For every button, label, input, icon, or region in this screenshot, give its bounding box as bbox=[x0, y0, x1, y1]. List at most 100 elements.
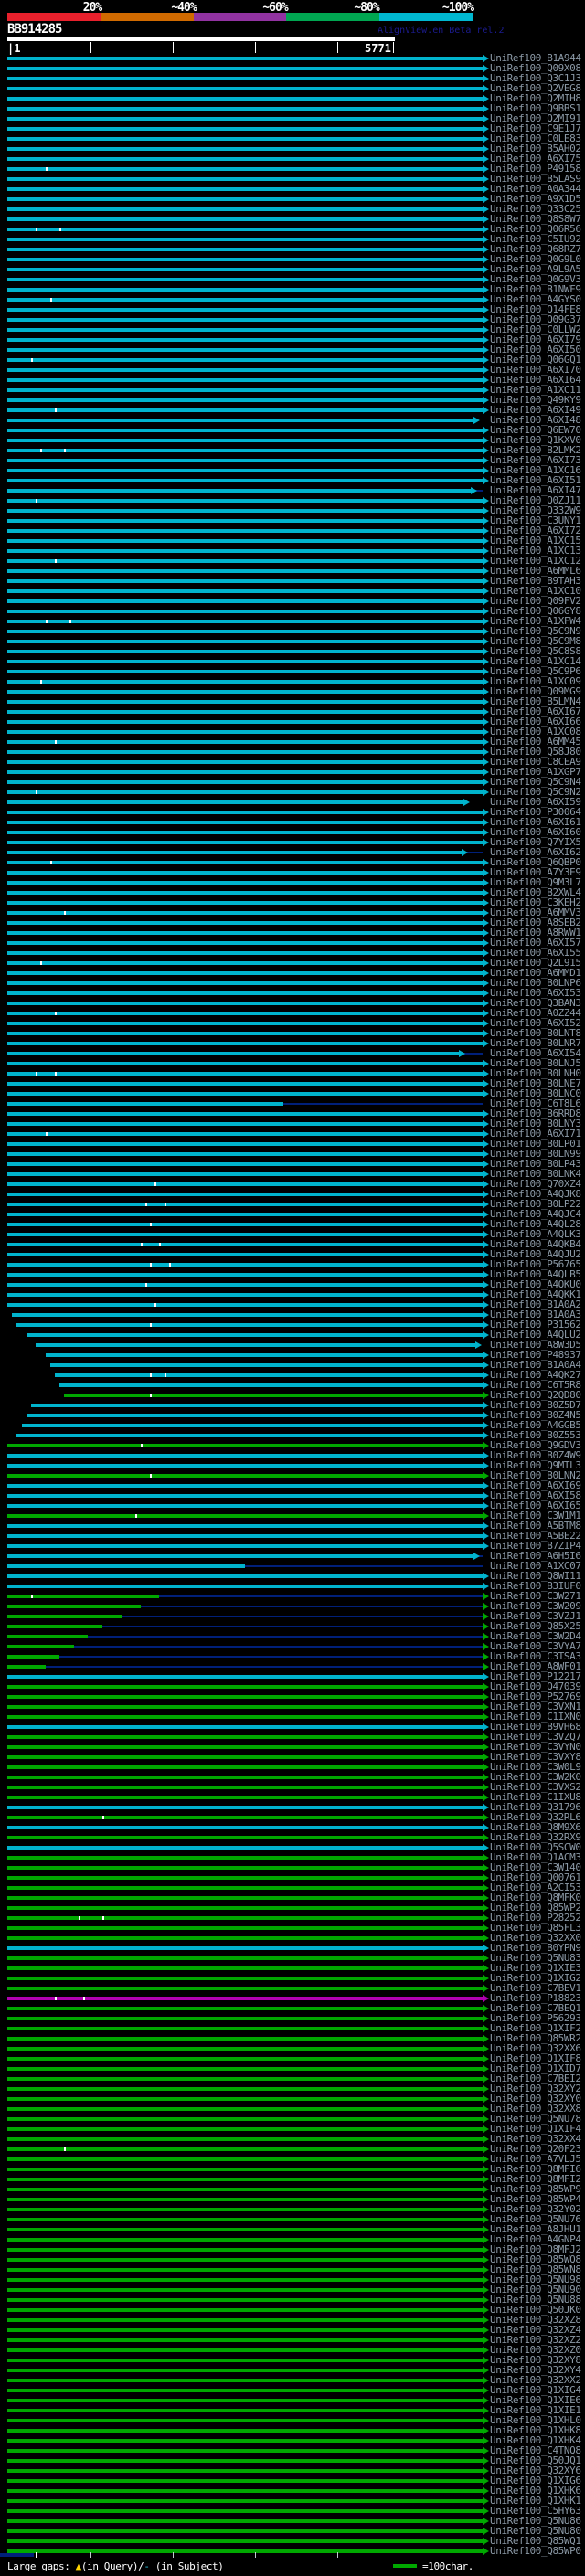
alignment-bar[interactable] bbox=[7, 971, 483, 975]
alignment-bar[interactable] bbox=[7, 298, 483, 302]
alignment-bar[interactable] bbox=[7, 1454, 483, 1458]
alignment-bar[interactable] bbox=[7, 1494, 483, 1498]
alignment-bar[interactable] bbox=[7, 2258, 483, 2262]
alignment-bar[interactable] bbox=[7, 1866, 483, 1870]
alignment-bar[interactable] bbox=[7, 117, 483, 121]
alignment-bar[interactable] bbox=[7, 891, 483, 895]
alignment-bar[interactable] bbox=[7, 911, 483, 915]
alignment-bar[interactable] bbox=[7, 1032, 483, 1035]
alignment-bar[interactable] bbox=[7, 2419, 483, 2422]
alignment-bar[interactable] bbox=[7, 1303, 483, 1307]
alignment-bar[interactable] bbox=[7, 861, 483, 864]
alignment-bar[interactable] bbox=[45, 1353, 483, 1357]
alignment-bar[interactable] bbox=[7, 1816, 483, 1819]
alignment-bar[interactable] bbox=[7, 439, 483, 442]
alignment-bar[interactable] bbox=[7, 1695, 483, 1699]
alignment-bar[interactable] bbox=[7, 549, 483, 553]
alignment-bar[interactable] bbox=[7, 147, 483, 151]
alignment-bar[interactable] bbox=[7, 1786, 483, 1789]
alignment-bar[interactable] bbox=[7, 308, 483, 312]
alignment-bar[interactable] bbox=[7, 2057, 483, 2061]
alignment-bar[interactable] bbox=[7, 1886, 483, 1890]
hit-label[interactable]: UniRef100_Q85WP0 bbox=[490, 2546, 581, 2556]
alignment-bar[interactable] bbox=[7, 1464, 483, 1468]
alignment-bar[interactable] bbox=[7, 358, 483, 362]
alignment-bar[interactable] bbox=[7, 2067, 483, 2071]
alignment-bar[interactable] bbox=[7, 730, 483, 734]
alignment-bar[interactable] bbox=[7, 2147, 483, 2151]
alignment-bar[interactable] bbox=[7, 2248, 483, 2252]
alignment-bar[interactable] bbox=[12, 1313, 483, 1317]
alignment-bar[interactable] bbox=[16, 1323, 483, 1327]
alignment-bar[interactable] bbox=[7, 1213, 483, 1216]
alignment-bar[interactable] bbox=[7, 2097, 483, 2101]
alignment-bar[interactable] bbox=[7, 1112, 483, 1116]
alignment-bar[interactable] bbox=[31, 1404, 483, 1407]
alignment-bar[interactable] bbox=[7, 2459, 483, 2463]
alignment-bar[interactable] bbox=[7, 700, 483, 704]
alignment-bar[interactable] bbox=[7, 931, 483, 935]
alignment-bar[interactable] bbox=[7, 2449, 483, 2453]
alignment-bar[interactable] bbox=[7, 1665, 46, 1669]
alignment-bar[interactable] bbox=[7, 2389, 483, 2392]
alignment-bar[interactable] bbox=[7, 1152, 483, 1156]
alignment-bar[interactable] bbox=[7, 2439, 483, 2443]
alignment-bar[interactable] bbox=[7, 1564, 245, 1568]
alignment-bar[interactable] bbox=[7, 589, 483, 593]
alignment-bar[interactable] bbox=[7, 1162, 483, 1166]
alignment-bar[interactable] bbox=[7, 630, 483, 633]
alignment-bar[interactable] bbox=[7, 107, 483, 111]
alignment-bar[interactable] bbox=[7, 469, 483, 472]
alignment-bar[interactable] bbox=[7, 2198, 483, 2201]
alignment-bar[interactable] bbox=[7, 2549, 483, 2553]
alignment-bar[interactable] bbox=[7, 348, 483, 352]
alignment-bar[interactable] bbox=[7, 388, 483, 392]
alignment-bar[interactable] bbox=[7, 1203, 483, 1206]
alignment-bar[interactable] bbox=[16, 1434, 483, 1437]
alignment-bar[interactable] bbox=[7, 519, 483, 523]
alignment-bar[interactable] bbox=[7, 1966, 483, 1970]
alignment-bar[interactable] bbox=[7, 1524, 483, 1528]
alignment-bar[interactable] bbox=[7, 1022, 483, 1025]
alignment-bar[interactable] bbox=[7, 1243, 483, 1246]
alignment-bar[interactable] bbox=[7, 1102, 283, 1106]
alignment-bar[interactable] bbox=[7, 1585, 483, 1588]
alignment-bar[interactable] bbox=[7, 1002, 483, 1005]
alignment-bar[interactable] bbox=[7, 1193, 483, 1196]
alignment-bar[interactable] bbox=[7, 1534, 483, 1538]
alignment-bar[interactable] bbox=[7, 1735, 483, 1739]
alignment-bar[interactable] bbox=[7, 2218, 483, 2221]
alignment-bar[interactable] bbox=[7, 2429, 483, 2433]
alignment-bar[interactable] bbox=[36, 1343, 476, 1347]
alignment-bar[interactable] bbox=[7, 1544, 483, 1548]
alignment-bar[interactable] bbox=[7, 1856, 483, 1860]
alignment-bar[interactable] bbox=[7, 177, 483, 181]
alignment-bar[interactable] bbox=[7, 1987, 483, 1990]
alignment-bar[interactable] bbox=[7, 2318, 483, 2322]
alignment-bar[interactable] bbox=[7, 1846, 483, 1850]
alignment-bar[interactable] bbox=[7, 137, 483, 141]
alignment-bar[interactable] bbox=[7, 2027, 483, 2030]
alignment-bar[interactable] bbox=[7, 499, 483, 503]
alignment-bar[interactable] bbox=[7, 1936, 483, 1940]
alignment-bar[interactable] bbox=[7, 1705, 483, 1709]
alignment-bar[interactable] bbox=[7, 1826, 483, 1829]
alignment-bar[interactable] bbox=[7, 2539, 483, 2543]
alignment-bar[interactable] bbox=[7, 2409, 483, 2412]
alignment-bar[interactable] bbox=[7, 368, 483, 372]
alignment-bar[interactable] bbox=[7, 378, 483, 382]
alignment-bar[interactable] bbox=[7, 1926, 483, 1930]
alignment-bar[interactable] bbox=[7, 2298, 483, 2302]
alignment-bar[interactable] bbox=[7, 2178, 483, 2181]
alignment-bar[interactable] bbox=[7, 2469, 483, 2473]
alignment-bar[interactable] bbox=[7, 800, 464, 804]
alignment-bar[interactable] bbox=[7, 2007, 483, 2010]
alignment-bar[interactable] bbox=[7, 2519, 483, 2523]
alignment-bar[interactable] bbox=[7, 1956, 483, 1960]
alignment-bar[interactable] bbox=[7, 2399, 483, 2402]
alignment-bar[interactable] bbox=[7, 1574, 483, 1578]
alignment-bar[interactable] bbox=[7, 228, 483, 231]
alignment-bar[interactable] bbox=[7, 1836, 483, 1839]
alignment-bar[interactable] bbox=[7, 1675, 483, 1679]
alignment-bar[interactable] bbox=[7, 1474, 483, 1478]
